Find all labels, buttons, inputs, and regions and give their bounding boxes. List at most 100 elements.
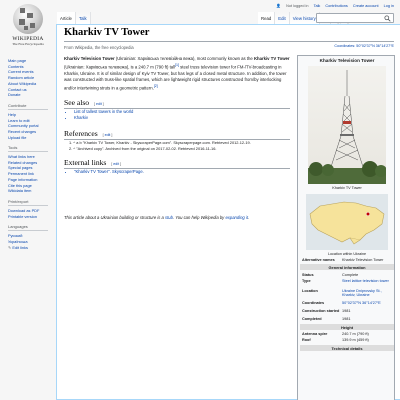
type-value[interactable]: Steel lattice television tower xyxy=(342,279,394,283)
map-caption: Location within Ukraine xyxy=(327,252,367,256)
tab-article[interactable]: Article xyxy=(57,12,76,24)
antenna-spire-value: 240.7 m (790 ft) xyxy=(342,332,369,336)
nav-printable-version[interactable]: Printable version xyxy=(8,214,56,220)
title-divider xyxy=(64,41,394,42)
see-also-heading: See also [ edit ] xyxy=(64,98,290,109)
stub-text-2: . You can help Wikipedia by xyxy=(172,215,226,220)
lead-text-2: (Ukrainian: Харківська телевежа), is a 2… xyxy=(64,64,176,70)
nav-main: Main page Contents Current events Random… xyxy=(8,58,56,98)
references-list: 1. ^ a b "Kharkiv TV Tower, Kharkiv - Sk… xyxy=(69,140,291,152)
talk-link[interactable]: Talk xyxy=(314,4,321,8)
stub-notice: This article about a Ukrainian building … xyxy=(64,215,249,220)
nav-upload-file[interactable]: Upload file xyxy=(8,135,56,141)
location-marker xyxy=(365,211,371,217)
nav-contribute-heading: Contribute xyxy=(8,103,48,110)
construction-started-label: Construction started xyxy=(302,309,340,313)
list-item[interactable]: "Kharkiv TV Tower". SkyscraperPage. xyxy=(74,169,144,175)
coordinates-label: Coordinates xyxy=(302,301,325,305)
tab-edit[interactable]: Edit xyxy=(275,12,290,24)
nav-tools-heading: Tools xyxy=(8,145,48,152)
external-links-title: External links xyxy=(64,158,107,167)
edit-links[interactable]: ✎ Edit links xyxy=(8,245,56,251)
status-value: Complete xyxy=(342,273,359,277)
external-links-list: "Kharkiv TV Tower". SkyscraperPage. xyxy=(71,169,144,175)
site-subtitle: From Wikipedia, the free encyclopedia xyxy=(64,45,134,50)
globe-icon xyxy=(13,4,43,34)
see-also-title: See also xyxy=(64,98,90,107)
edit-see-also-link[interactable]: edit xyxy=(96,102,102,106)
logo-tagline: The Free Encyclopedia xyxy=(12,42,44,46)
reference-item[interactable]: 2. ^ "Archived copy". Archived from the … xyxy=(69,146,291,152)
status-label: Status xyxy=(302,273,314,277)
edit-section: [ edit ] xyxy=(102,133,113,137)
nav-tools: Tools What links here Related changes Sp… xyxy=(8,145,56,194)
nav-donate[interactable]: Donate xyxy=(8,92,56,98)
nav-contribute: Contribute Help Learn to edit Community … xyxy=(8,103,56,141)
type-label: Type xyxy=(302,279,311,283)
search-box xyxy=(316,13,394,30)
lead-name-bold: Kharkiv Television Tower xyxy=(64,56,115,61)
pencil-icon: ✎ xyxy=(8,245,12,251)
personal-tools: 👤 Not logged in Talk Contributions Creat… xyxy=(272,3,394,8)
external-links-heading: External links [ edit ] xyxy=(64,158,290,169)
nav-languages-heading: Languages xyxy=(8,224,48,231)
nav-print: Print/export Download as PDF Printable v… xyxy=(8,199,56,219)
create-account-link[interactable]: Create account xyxy=(353,4,379,8)
stub-text-1: This article about a Ukrainian building … xyxy=(64,215,166,220)
ukraine-map xyxy=(306,194,388,250)
lang-ukrainian[interactable]: Українська xyxy=(8,239,56,245)
contributions-link[interactable]: Contributions xyxy=(325,4,347,8)
article-content: Kharkiv TV Tower Coordinates: 50°02′37″N… xyxy=(56,24,400,400)
completed-label: Completed xyxy=(302,317,322,321)
infobox: Kharkiv Television Tower Kharkiv TV Towe… xyxy=(297,55,395,400)
nav-wikidata-item[interactable]: Wikidata item xyxy=(8,188,56,194)
wikipedia-logo[interactable]: WIKIPEDIA The Free Encyclopedia xyxy=(6,4,50,50)
lead-text-1: (Ukrainian: Харківська телевізійна вежа)… xyxy=(114,56,254,61)
references-title: References xyxy=(64,129,98,138)
log-in-link[interactable]: Log in xyxy=(384,4,394,8)
nav-languages: Languages Русский Українська ✎ Edit link… xyxy=(8,224,56,251)
location-map[interactable] xyxy=(306,194,388,250)
tab-talk[interactable]: Talk xyxy=(75,12,91,24)
see-also-list: List of tallest towers in the world Khar… xyxy=(71,109,133,121)
edit-section: [ edit ] xyxy=(94,102,104,106)
roof-value: 139.9 m (459 ft) xyxy=(342,338,369,342)
namespace-tabs: Article Talk xyxy=(57,12,91,24)
edit-links-label: Edit links xyxy=(12,245,28,251)
alt-names-value: Kharkiv Television Tower xyxy=(342,258,384,262)
location-label: Location xyxy=(302,289,318,293)
technical-details-heading: Technical details xyxy=(300,345,394,351)
references-heading: References [ edit ] xyxy=(64,129,290,140)
alt-names-label: Alternative names xyxy=(302,258,335,262)
coordinates-value[interactable]: 50°02′37″N 36°14′27″E xyxy=(342,301,394,305)
general-information-heading: General information xyxy=(300,264,394,270)
lead-paragraph: Kharkiv Television Tower (Ukrainian: Хар… xyxy=(64,56,292,91)
antenna-spire-label: Antenna spire xyxy=(302,332,328,336)
sidebar: WIKIPEDIA The Free Encyclopedia Main pag… xyxy=(0,0,56,400)
not-logged-in: Not logged in xyxy=(286,4,309,8)
tower-photo[interactable] xyxy=(308,66,386,184)
user-icon: 👤 xyxy=(276,4,282,8)
completed-value: 1981 xyxy=(342,317,351,321)
edit-external-links-link[interactable]: edit xyxy=(113,162,119,166)
location-value[interactable]: Ukraine Dniprovsky St., Kharkiv, Ukraine xyxy=(342,289,394,297)
nav-print-heading: Print/export xyxy=(8,199,48,206)
photo-caption: Kharkiv TV Tower xyxy=(332,186,362,190)
citation-2[interactable]: [2] xyxy=(154,84,158,88)
stub-link[interactable]: stub xyxy=(165,215,173,220)
tower-image xyxy=(308,66,386,184)
title-coordinates[interactable]: Coordinates: 50°02′37″N 36°14′27″E xyxy=(334,44,394,48)
page-title: Kharkiv TV Tower xyxy=(64,27,150,38)
search-icon[interactable] xyxy=(384,15,391,22)
view-tabs: Read Edit View history xyxy=(258,12,320,24)
expand-link[interactable]: expanding it xyxy=(225,215,248,220)
stub-text-3: . xyxy=(248,215,250,220)
construction-started-value: 1981 xyxy=(342,309,351,313)
tab-read[interactable]: Read xyxy=(258,12,276,24)
lead-name-bold-2: Kharkiv TV Tower xyxy=(253,56,290,61)
height-heading: Height xyxy=(300,324,394,330)
edit-references-link[interactable]: edit xyxy=(105,133,111,137)
edit-section: [ edit ] xyxy=(111,162,122,166)
list-item[interactable]: Kharkiv xyxy=(74,115,133,121)
roof-label: Roof xyxy=(302,338,311,342)
